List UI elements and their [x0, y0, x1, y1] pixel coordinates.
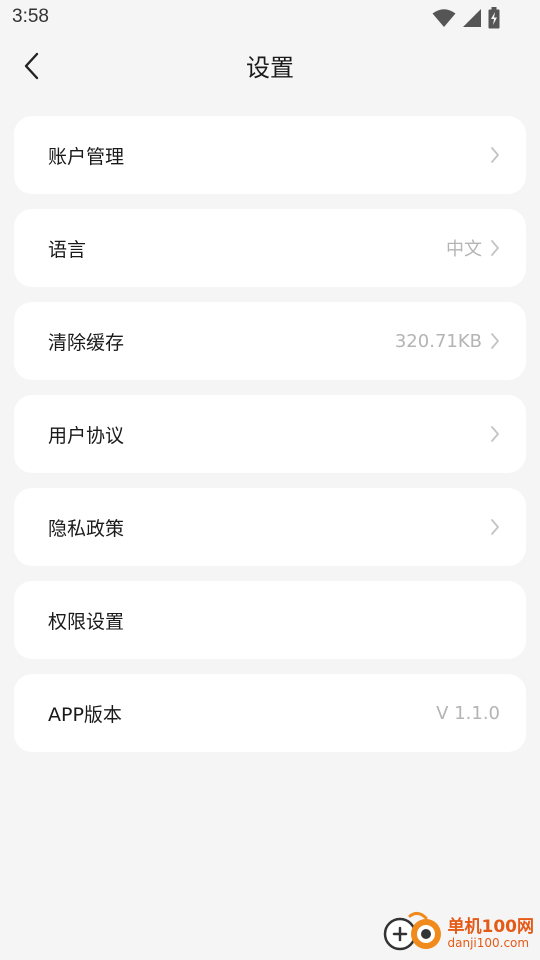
settings-item-label: 权限设置 — [48, 610, 125, 633]
status-icons — [432, 7, 500, 33]
chevron-right-icon — [490, 425, 500, 443]
chevron-right-icon — [490, 332, 500, 350]
settings-item-clear-cache[interactable]: 清除缓存 320.71KB — [14, 302, 526, 380]
cache-size-value: 320.71KB — [394, 330, 482, 352]
settings-item-permission-settings[interactable]: 权限设置 — [14, 581, 526, 659]
settings-item-language[interactable]: 语言 中文 — [14, 209, 526, 287]
settings-item-label: 隐私政策 — [48, 517, 125, 540]
status-bar: 3:58 — [0, 0, 540, 36]
chevron-right-icon — [490, 239, 500, 257]
settings-item-privacy-policy[interactable]: 隐私政策 — [14, 488, 526, 566]
page-title: 设置 — [246, 54, 294, 82]
status-time: 3:58 — [12, 6, 49, 27]
battery-charging-icon — [488, 7, 500, 33]
settings-item-account-management[interactable]: 账户管理 — [14, 116, 526, 194]
chevron-right-icon — [490, 146, 500, 164]
chevron-right-icon — [490, 518, 500, 536]
cellular-signal-icon — [462, 8, 482, 32]
watermark-logo-icon — [382, 910, 444, 958]
settings-item-label: 账户管理 — [48, 145, 125, 168]
settings-item-label: 语言 — [48, 238, 87, 261]
settings-item-user-agreement[interactable]: 用户协议 — [14, 395, 526, 473]
settings-item-label: APP版本 — [48, 703, 122, 726]
wifi-icon — [432, 8, 456, 32]
header: 设置 — [0, 36, 540, 100]
settings-item-label: 清除缓存 — [48, 331, 125, 354]
app-version-value: V 1.1.0 — [436, 702, 500, 724]
settings-item-app-version[interactable]: APP版本 V 1.1.0 — [14, 674, 526, 752]
watermark-title: 单机100网 — [447, 917, 535, 938]
settings-item-label: 用户协议 — [48, 424, 125, 447]
watermark: 单机100网 danji100.com — [382, 910, 535, 958]
settings-list: 账户管理 语言 中文 清除缓存 320.71KB 用户协议 隐私政策 权限设置 … — [14, 116, 526, 767]
watermark-url: danji100.com — [447, 935, 530, 950]
language-value: 中文 — [446, 239, 482, 260]
